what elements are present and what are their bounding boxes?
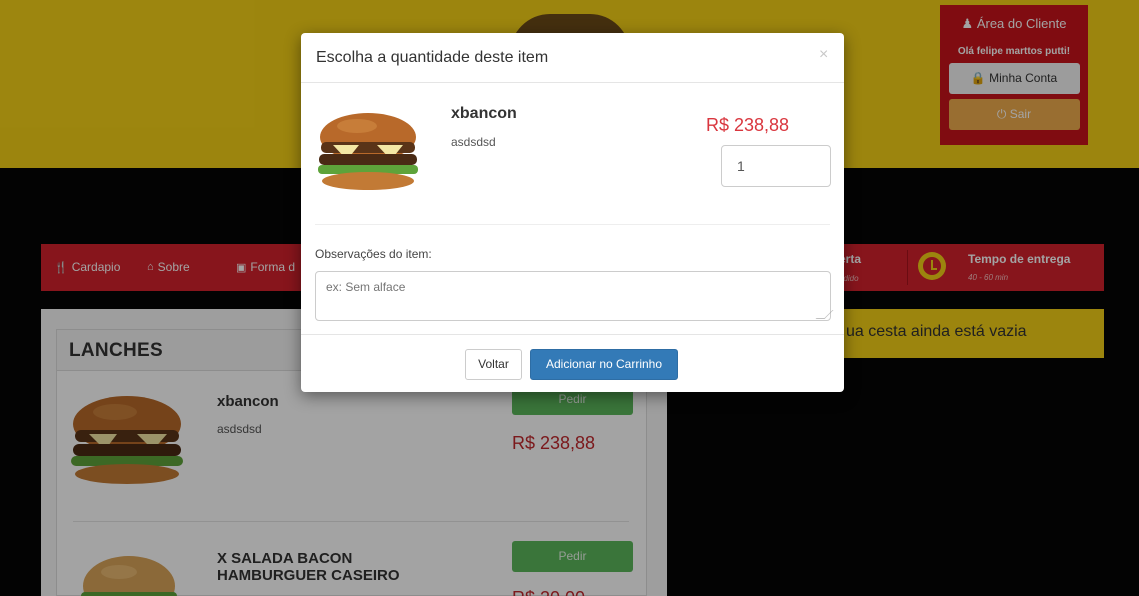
add-to-cart-button[interactable]: Adicionar no Carrinho xyxy=(530,349,678,380)
modal-header: Escolha a quantidade deste item × xyxy=(301,33,844,83)
page: ♟ Área do Cliente Olá felipe marttos put… xyxy=(0,0,1139,596)
quantity-modal: Escolha a quantidade deste item × xbanco… xyxy=(301,33,844,392)
modal-product-description: asdsdsd xyxy=(451,135,496,149)
modal-footer: Voltar Adicionar no Carrinho xyxy=(301,334,844,392)
notes-textarea[interactable] xyxy=(315,271,831,321)
modal-product-image xyxy=(318,113,418,190)
back-button[interactable]: Voltar xyxy=(465,349,522,380)
modal-title: Escolha a quantidade deste item xyxy=(316,49,549,66)
quantity-input[interactable]: 1 xyxy=(721,145,831,187)
modal-product-price: R$ 238,88 xyxy=(706,115,790,135)
modal-divider xyxy=(315,224,830,225)
modal-product-name: xbancon xyxy=(451,105,517,122)
notes-label: Observações do item: xyxy=(315,247,432,261)
close-icon[interactable]: × xyxy=(819,46,828,64)
